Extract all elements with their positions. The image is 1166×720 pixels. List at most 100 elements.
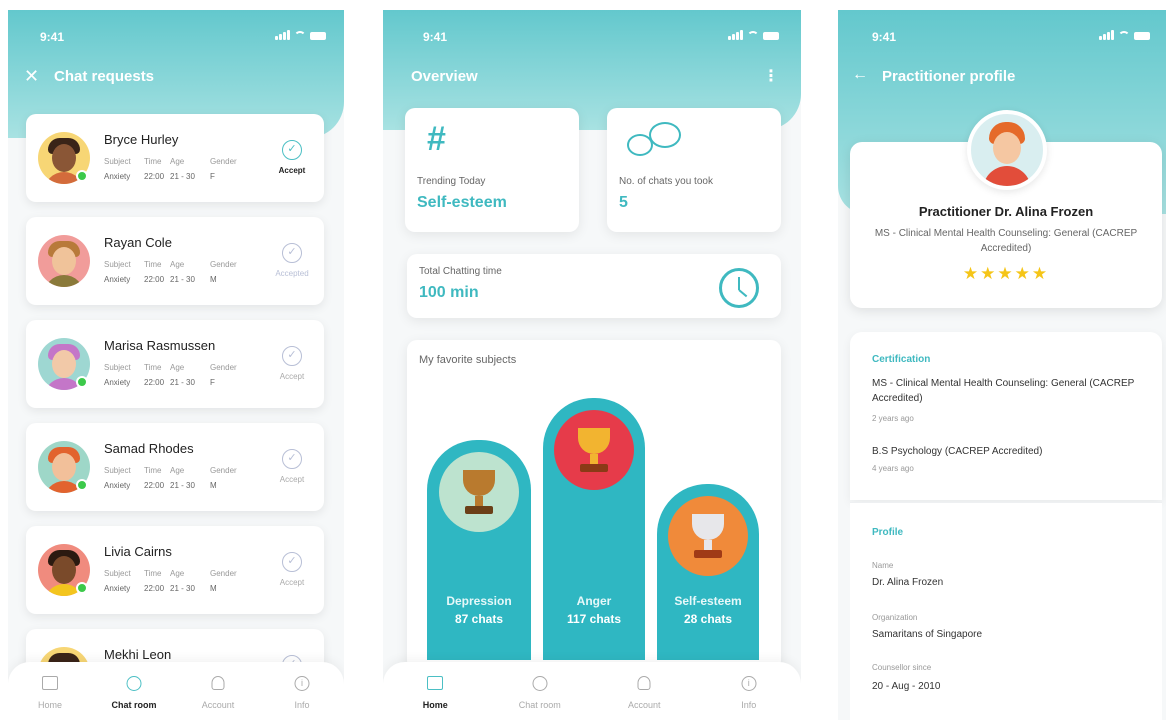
trending-value: Self-esteem: [417, 194, 507, 211]
status-time: 9:41: [872, 30, 897, 44]
field-value: 20 - Aug - 2010: [872, 681, 941, 692]
requester-name: Mekhi Leon: [104, 647, 172, 662]
chatting-time-card: Total Chatting time 100 min: [407, 254, 781, 318]
request-card[interactable]: Samad Rhodes Subject Time Age Gender Anxiet…: [26, 423, 324, 511]
certification-date: 2 years ago: [872, 414, 914, 423]
battery-icon: [1134, 32, 1150, 40]
trending-card: # Trending Today Self-esteem: [405, 108, 579, 232]
chats-value: 5: [619, 194, 628, 211]
accept-check-icon[interactable]: ✓: [282, 449, 302, 469]
favorite-subjects-title: My favorite subjects: [419, 354, 517, 366]
signal-icon: [275, 30, 290, 40]
signal-icon: [728, 30, 743, 40]
practitioner-name: Practitioner Dr. Alina Frozen: [918, 204, 1094, 219]
back-arrow-icon[interactable]: ←: [852, 66, 868, 84]
request-meta: Subject Time Age Gender Anxiety 22:00 21 - 30…: [104, 569, 237, 593]
accept-button[interactable]: Accept: [270, 166, 314, 175]
field-label: Name: [872, 561, 894, 570]
info-icon: i: [294, 676, 310, 691]
chat-icon: [532, 676, 548, 691]
tab-chat-room[interactable]: Chat room: [488, 662, 593, 720]
tab-home[interactable]: Home: [383, 662, 488, 720]
chats-label: No. of chats you took: [619, 176, 713, 187]
favorite-subjects-card: My favorite subjects Depression 87 chats…: [407, 340, 781, 670]
accept-button[interactable]: Accept: [270, 578, 314, 587]
trophy-icon: [668, 496, 748, 576]
request-card[interactable]: Marisa Rasmussen Subject Time Age Gender An…: [26, 320, 324, 408]
online-indicator: [76, 479, 88, 491]
tab-account[interactable]: Account: [176, 662, 260, 720]
accepted-status: Accepted: [275, 269, 309, 278]
section-title: Certification: [872, 354, 931, 365]
home-icon: [427, 676, 444, 690]
tab-info[interactable]: i Info: [260, 662, 344, 720]
practitioner-profile-screen: 9:41 ← Practitioner profile Practitioner…: [838, 10, 1166, 720]
subject-pillar-depression[interactable]: Depression 87 chats: [427, 440, 531, 660]
chats-count-card: No. of chats you took 5: [607, 108, 781, 232]
overview-screen: 9:41 Overview ⋮ # Trending Today Self-es…: [383, 10, 801, 720]
bottom-tab-bar: Home Chat room Account i Info: [383, 662, 801, 720]
certification-section: Certification MS - Clinical Mental Healt…: [850, 332, 1162, 500]
accept-button[interactable]: Accept: [270, 372, 314, 381]
request-meta: Subject Time Age Gender Anxiety 22:00 21 - 30…: [104, 466, 237, 490]
accept-check-icon[interactable]: ✓: [282, 552, 302, 572]
request-card[interactable]: Livia Cairns Subject Time Age Gender Anxiet…: [26, 526, 324, 614]
request-card[interactable]: Rayan Cole Subject Time Age Gender Anxiety 2…: [26, 217, 324, 305]
page-title: Chat requests: [54, 68, 155, 85]
practitioner-avatar: [967, 110, 1047, 190]
status-bar: 9:41: [40, 30, 326, 44]
battery-icon: [763, 32, 779, 40]
status-bar: 9:41: [423, 30, 779, 44]
bottom-tab-bar: Home Chat room Account i Info: [8, 662, 344, 720]
tab-home[interactable]: Home: [8, 662, 92, 720]
requester-name: Rayan Cole: [104, 235, 172, 250]
requester-name: Livia Cairns: [104, 544, 172, 559]
online-indicator: [76, 582, 88, 594]
request-card[interactable]: Bryce Hurley Subject Time Age Gender Anxiet…: [26, 114, 324, 202]
home-icon: [42, 676, 58, 690]
accept-check-icon[interactable]: ✓: [282, 346, 302, 366]
online-indicator: [76, 170, 88, 182]
page-title: Overview: [411, 68, 478, 85]
subject-pillar-anger[interactable]: Anger 117 chats: [543, 398, 645, 660]
trophy-icon: [439, 452, 519, 532]
wifi-icon: [747, 31, 759, 40]
tab-info[interactable]: i Info: [697, 662, 802, 720]
profile-section: Profile Name Dr. Alina Frozen Organizati…: [850, 502, 1162, 720]
accepted-check-icon: ✓: [282, 243, 302, 263]
certification-text: MS - Clinical Mental Health Counseling: …: [872, 378, 1135, 404]
rating-stars: ★★★★★: [962, 264, 1050, 283]
battery-icon: [310, 32, 326, 40]
requester-name: Marisa Rasmussen: [104, 338, 216, 353]
accept-check-icon[interactable]: ✓: [282, 140, 302, 160]
time-value: 100 min: [419, 284, 479, 301]
tab-chat-room[interactable]: Chat room: [92, 662, 176, 720]
field-label: Organization: [872, 613, 918, 622]
wifi-icon: [294, 31, 306, 40]
user-icon: [637, 676, 651, 690]
status-time: 9:41: [423, 30, 448, 44]
online-indicator: [76, 376, 88, 388]
more-menu-icon[interactable]: ⋮: [763, 66, 779, 86]
clock-icon: [719, 268, 759, 308]
chat-bubbles-icon: [625, 120, 685, 160]
avatar: [38, 235, 90, 287]
section-title: Profile: [872, 527, 904, 538]
page-title: Practitioner profile: [882, 68, 1016, 85]
chat-icon: [126, 676, 142, 691]
tab-account[interactable]: Account: [592, 662, 697, 720]
certification-date: 4 years ago: [872, 464, 914, 473]
chat-requests-screen: 9:41 ✕ Chat requests Bryce Hurley Subjec…: [8, 10, 344, 720]
trending-label: Trending Today: [417, 176, 486, 187]
close-icon[interactable]: ✕: [24, 66, 39, 87]
field-value: Samaritans of Singapore: [872, 629, 983, 640]
subject-pillar-self-esteem[interactable]: Self-esteem 28 chats: [657, 484, 759, 660]
accept-button[interactable]: Accept: [270, 475, 314, 484]
info-icon: i: [741, 676, 757, 691]
certification-text: B.S Psychology (CACREP Accredited): [872, 446, 1043, 457]
request-meta: Subject Time Age Gender Anxiety 22:00 21 - 30…: [104, 260, 237, 284]
requester-name: Samad Rhodes: [104, 441, 194, 456]
field-value: Dr. Alina Frozen: [872, 577, 944, 588]
practitioner-degree: MS - Clinical Mental Health Counseling: …: [874, 228, 1138, 254]
time-label: Total Chatting time: [419, 266, 502, 277]
